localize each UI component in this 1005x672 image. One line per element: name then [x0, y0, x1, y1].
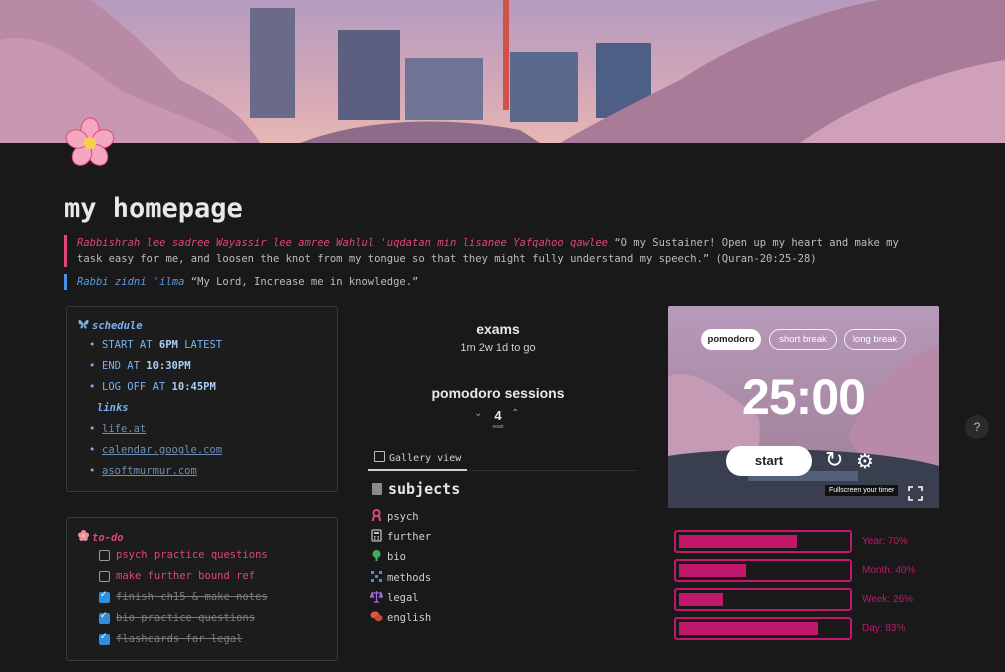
todo-item[interactable]: finish ch15 & make notes	[99, 590, 268, 603]
tab-gallery-view[interactable]: Gallery view	[368, 450, 468, 471]
speech-bubble-icon	[370, 611, 383, 622]
calculator-icon	[371, 529, 382, 542]
checkbox[interactable]	[99, 571, 110, 582]
schedule-item: START AT 6PM LATEST	[89, 339, 222, 351]
gear-icon[interactable]: ⚙	[856, 449, 874, 473]
grid-icon	[371, 571, 382, 582]
checkbox-checked[interactable]	[99, 611, 110, 624]
quote-block-2: Rabbi zidni 'ilma “My Lord, Increase me …	[64, 274, 927, 290]
month-progress-label: Month: 40%	[862, 565, 916, 576]
leaf-icon	[372, 550, 381, 561]
subject-bio[interactable]: bio	[370, 549, 406, 563]
reset-link[interactable]: reset	[489, 424, 507, 430]
month-progress-bar	[674, 559, 852, 582]
checkbox-checked[interactable]	[99, 632, 110, 645]
scales-icon	[370, 591, 383, 603]
subject-psych[interactable]: psych	[370, 509, 419, 523]
bar-fill	[679, 593, 723, 606]
bar-fill	[679, 535, 797, 548]
book-icon	[372, 483, 382, 495]
quote-block-1: Rabbishrah lee sadree Wayassir lee amree…	[64, 235, 927, 267]
mode-pomodoro-button[interactable]: pomodoro	[701, 329, 761, 350]
cover-image	[0, 0, 1005, 143]
subject-english[interactable]: english	[370, 610, 431, 624]
gallery-icon	[374, 451, 385, 462]
todo-item[interactable]: psych practice questions	[99, 549, 268, 561]
page-title: my homepage	[64, 193, 243, 224]
butterfly-icon	[78, 319, 92, 332]
session-count: 4	[494, 408, 502, 423]
quote-arabic: Rabbishrah lee sadree Wayassir lee amree…	[77, 237, 609, 249]
chevron-up-icon[interactable]: ⌃	[511, 408, 519, 419]
chevron-down-icon[interactable]: ⌄	[474, 408, 482, 419]
year-progress-label: Year: 70%	[862, 536, 908, 547]
links-heading: links	[97, 402, 129, 414]
subject-legal[interactable]: legal	[370, 590, 419, 604]
todo-callout: to-do psych practice questions make furt…	[66, 517, 338, 661]
exams-title: exams	[476, 321, 520, 337]
cherry-blossom-icon[interactable]	[64, 117, 116, 169]
view-tabs: Gallery view	[368, 450, 638, 471]
quote-english: “My Lord, Increase me in knowledge.”	[190, 276, 419, 288]
todo-heading: to-do	[78, 530, 124, 544]
subjects-heading: subjects	[372, 480, 460, 498]
ribbon-icon	[371, 509, 382, 522]
week-progress-bar	[674, 588, 852, 611]
link-life-at[interactable]: life.at	[89, 423, 146, 435]
pomodoro-timer-widget: pomodoro short break long break 25:00 st…	[668, 306, 939, 508]
schedule-callout: schedule START AT 6PM LATEST END AT 10:3…	[66, 306, 338, 492]
todo-heading-text: to-do	[92, 532, 124, 544]
subject-methods[interactable]: methods	[370, 570, 431, 584]
todo-item[interactable]: flashcards for legal	[99, 632, 242, 645]
schedule-heading: schedule	[78, 319, 143, 332]
year-progress-bar	[674, 530, 852, 553]
restart-icon[interactable]: ↻	[825, 448, 843, 473]
pomodoro-sessions-title: pomodoro sessions	[431, 385, 565, 401]
help-button[interactable]: ?	[965, 415, 989, 439]
checkbox[interactable]	[99, 550, 110, 561]
week-progress-label: Week: 26%	[862, 594, 913, 605]
exams-countdown: 1m 2w 1d to go	[460, 342, 536, 354]
fullscreen-tooltip: Fullscreen your timer	[825, 485, 899, 496]
start-button[interactable]: start	[726, 446, 812, 476]
mode-long-break-button[interactable]: long break	[844, 329, 906, 350]
quote-arabic: Rabbi zidni 'ilma	[77, 276, 185, 288]
day-progress-bar	[674, 617, 852, 640]
todo-item[interactable]: make further bound ref	[99, 570, 255, 582]
bar-fill	[679, 622, 818, 635]
day-progress-label: Day: 83%	[862, 623, 906, 634]
timer-display: 25:00	[742, 369, 866, 425]
link-asoftmurmur[interactable]: asoftmurmur.com	[89, 465, 197, 477]
bar-fill	[679, 564, 746, 577]
flower-icon	[78, 530, 92, 544]
checkbox-checked[interactable]	[99, 590, 110, 603]
todo-item[interactable]: bio practice questions	[99, 611, 255, 624]
mode-short-break-button[interactable]: short break	[769, 329, 837, 350]
schedule-heading-text: schedule	[92, 320, 143, 332]
link-calendar[interactable]: calendar.google.com	[89, 444, 222, 456]
schedule-item: END AT 10:30PM	[89, 360, 190, 372]
subject-further[interactable]: further	[370, 529, 431, 543]
schedule-item: LOG OFF AT 10:45PM	[89, 381, 216, 393]
